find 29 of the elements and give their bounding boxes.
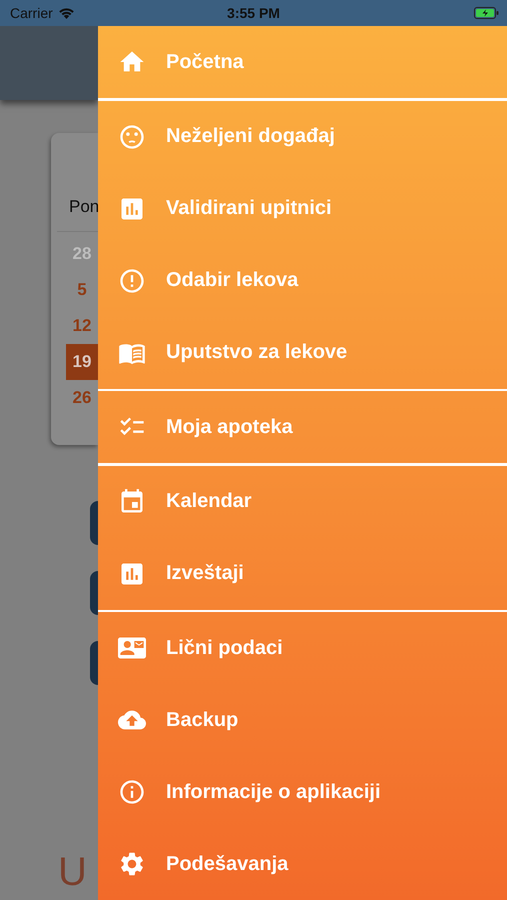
info-icon	[118, 778, 146, 806]
exclamation-icon	[118, 266, 146, 294]
weekday-label: Pon	[69, 197, 98, 217]
menu-item[interactable]: Lični podaci	[98, 612, 507, 684]
battery-icon	[474, 7, 499, 19]
status-time: 3:55 PM	[227, 5, 280, 21]
menu-item[interactable]: Informacije o aplikaciji	[98, 756, 507, 828]
calendar-day[interactable]: 12	[66, 308, 98, 344]
menu-item[interactable]: Odabir lekova	[98, 244, 507, 316]
menu-item[interactable]: Backup	[98, 684, 507, 756]
menu-item[interactable]: Podešavanja	[98, 828, 507, 900]
calendar-day[interactable]: 19	[66, 344, 98, 380]
menu-item[interactable]: Izveštaji	[98, 538, 507, 610]
menu-item[interactable]: Kalendar	[98, 466, 507, 538]
menu-item[interactable]: Neželjeni događaj	[98, 100, 507, 172]
settings-icon	[118, 850, 146, 878]
round-button[interactable]	[90, 501, 98, 545]
menu-item[interactable]: Moja apoteka	[98, 391, 507, 463]
sad-face-icon	[118, 122, 146, 150]
wifi-icon	[58, 7, 75, 19]
round-button[interactable]	[90, 571, 98, 615]
round-button[interactable]	[90, 641, 98, 685]
calendar-day[interactable]: 5	[66, 272, 98, 308]
menu-item[interactable]: Početna	[98, 26, 507, 98]
logo-letter: U	[58, 852, 88, 892]
menu-item[interactable]: Uputstvo za lekove	[98, 316, 507, 388]
carrier-label: Carrier	[10, 5, 53, 21]
menu-item[interactable]: Validirani upitnici	[98, 172, 507, 244]
calendar-day[interactable]: 26	[66, 380, 98, 416]
